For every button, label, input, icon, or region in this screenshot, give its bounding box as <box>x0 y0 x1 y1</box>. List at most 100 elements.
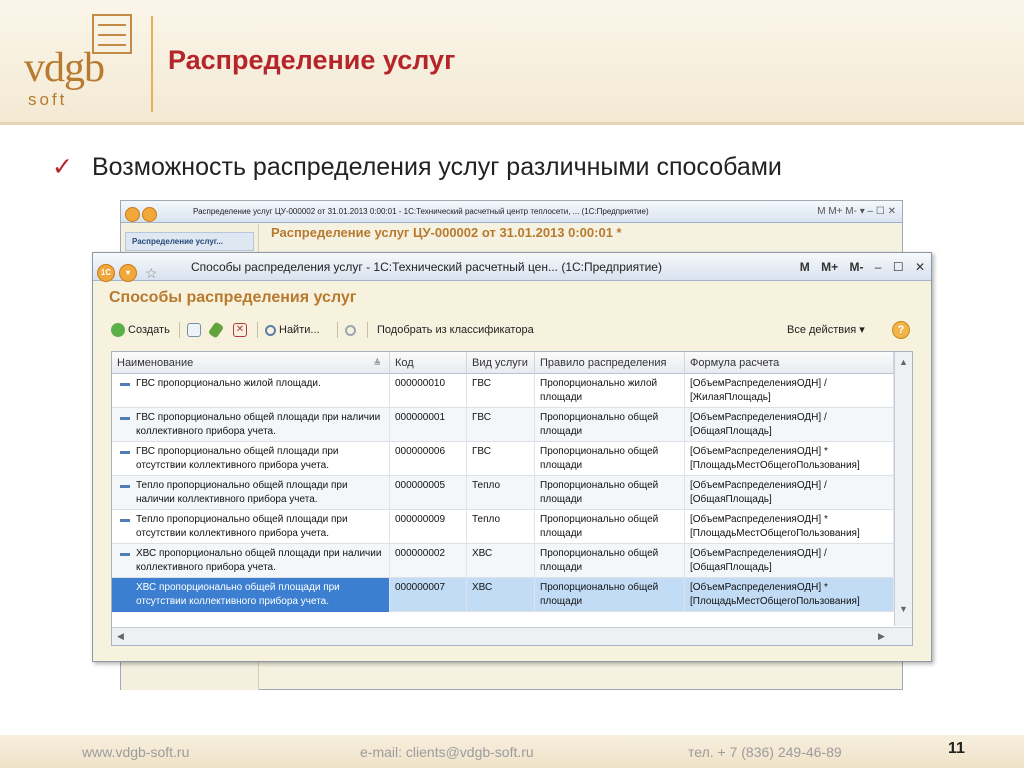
cell-rule[interactable]: Пропорционально жилой площади <box>535 374 685 408</box>
window-titlebar[interactable]: 1С ▾ ☆ Способы распределения услуг - 1С:Те… <box>93 253 931 282</box>
cell-code[interactable]: 000000005 <box>390 476 467 510</box>
cell-code[interactable]: 000000009 <box>390 510 467 544</box>
back-window-titlebar[interactable]: Распределение услуг ЦУ-000002 от 31.01.2… <box>121 201 902 223</box>
logo-subtext: soft <box>28 90 68 109</box>
header-rule <box>0 122 1024 125</box>
table-row[interactable]: ГВС пропорционально общей площади при от… <box>112 442 894 476</box>
cell-formula[interactable]: [ОбъемРаспределенияОДН] * [ПлощадьМестОб… <box>685 442 894 476</box>
cell-code[interactable]: 000000010 <box>390 374 467 408</box>
menu-icon[interactable]: ▾ <box>119 263 137 282</box>
cell-name[interactable]: Тепло пропорционально общей площади при … <box>112 510 390 544</box>
cell-code[interactable]: 000000006 <box>390 442 467 476</box>
slide-footer: www.vdgb-soft.ru e-mail: clients@vdgb-so… <box>0 735 1024 768</box>
cell-formula[interactable]: [ОбъемРаспределенияОДН] * [ПлощадьМестОб… <box>685 578 894 612</box>
column-header-rule[interactable]: Правило распределения <box>535 352 685 374</box>
column-header-code[interactable]: Код <box>390 352 467 374</box>
vertical-scrollbar[interactable]: ▲ ▼ <box>894 352 912 626</box>
header-divider <box>151 16 153 112</box>
edit-button[interactable] <box>207 320 225 340</box>
cell-name[interactable]: ХВС пропорционально общей площади при на… <box>112 544 390 578</box>
delete-icon: ✕ <box>233 323 247 338</box>
pick-from-classifier-button[interactable]: Подобрать из классификатора <box>377 320 534 340</box>
cell-kind[interactable]: ГВС <box>467 408 535 442</box>
toolbar: Создать ✕ Найти... Подобрать из классифи… <box>111 320 913 340</box>
table-row[interactable]: ХВС пропорционально общей площади при от… <box>112 578 894 612</box>
cancel-search-button[interactable] <box>345 320 359 340</box>
menu-icon[interactable] <box>142 207 157 223</box>
footer-phone: тел. + 7 (836) 249-46-89 <box>688 744 842 760</box>
horizontal-scrollbar[interactable]: ◀ ▶ <box>112 627 912 645</box>
delete-button[interactable]: ✕ <box>233 320 250 340</box>
cell-formula[interactable]: [ОбъемРаспределенияОДН] / [ОбщаяПлощадь] <box>685 544 894 578</box>
cell-name[interactable]: ГВС пропорционально общей площади при от… <box>112 442 390 476</box>
table-row[interactable]: Тепло пропорционально общей площади при … <box>112 476 894 510</box>
slide-header: vdgb soft Распределение услуг <box>0 0 1024 125</box>
scroll-right-icon[interactable]: ▶ <box>878 631 885 642</box>
scroll-up-icon[interactable]: ▲ <box>899 357 908 367</box>
services-table[interactable]: Наименование ≜ Код Вид услуги Правило рас… <box>111 351 913 646</box>
cell-name[interactable]: ГВС пропорционально общей площади при на… <box>112 408 390 442</box>
memory-plus-button[interactable]: M+ <box>821 260 838 274</box>
footer-email: e-mail: clients@vdgb-soft.ru <box>360 744 534 760</box>
cell-rule[interactable]: Пропорционально общей площади <box>535 408 685 442</box>
cell-kind[interactable]: ХВС <box>467 578 535 612</box>
cell-kind[interactable]: ГВС <box>467 374 535 408</box>
sidebar-item-distribution[interactable]: Распределение услуг... <box>125 232 254 251</box>
back-window-controls[interactable]: M M+ M- ▾ – ☐ ✕ <box>817 201 896 223</box>
cell-name[interactable]: Тепло пропорционально общей площади при … <box>112 476 390 510</box>
slide-title: Распределение услуг <box>168 45 456 75</box>
maximize-button[interactable]: ☐ <box>893 260 904 274</box>
memory-minus-button[interactable]: M- <box>849 260 863 274</box>
cell-code[interactable]: 000000001 <box>390 408 467 442</box>
cell-code[interactable]: 000000002 <box>390 544 467 578</box>
cell-rule[interactable]: Пропорционально общей площади <box>535 578 685 612</box>
cell-formula[interactable]: [ОбъемРаспределенияОДН] / [ОбщаяПлощадь] <box>685 408 894 442</box>
cell-code[interactable]: 000000007 <box>390 578 467 612</box>
cell-formula[interactable]: [ОбъемРаспределенияОДН] * [ПлощадьМестОб… <box>685 510 894 544</box>
add-icon <box>111 323 125 338</box>
table-row[interactable]: ГВС пропорционально общей площади при на… <box>112 408 894 442</box>
cell-kind[interactable]: Тепло <box>467 510 535 544</box>
favorite-star-icon[interactable]: ☆ <box>145 265 158 281</box>
cell-rule[interactable]: Пропорционально общей площади <box>535 510 685 544</box>
window-controls: M M+ M- – ☐ ✕ <box>792 253 925 281</box>
scroll-left-icon[interactable]: ◀ <box>117 631 124 642</box>
page-number: 11 <box>948 740 965 757</box>
close-button[interactable]: ✕ <box>915 260 925 274</box>
cell-rule[interactable]: Пропорционально общей площади <box>535 544 685 578</box>
minimize-button[interactable]: – <box>875 260 882 274</box>
vdgb-logo: vdgb soft <box>22 14 142 109</box>
cell-name[interactable]: ГВС пропорционально жилой площади. <box>112 374 390 408</box>
footer-site: www.vdgb-soft.ru <box>82 744 190 760</box>
cancel-search-icon <box>345 324 356 336</box>
memory-button[interactable]: M <box>800 260 810 274</box>
cell-rule[interactable]: Пропорционально общей площади <box>535 442 685 476</box>
find-button[interactable]: Найти... <box>265 320 320 340</box>
table-row[interactable]: ХВС пропорционально общей площади при на… <box>112 544 894 578</box>
methods-window[interactable]: 1С ▾ ☆ Способы распределения услуг - 1С:Те… <box>92 252 932 662</box>
column-header-name[interactable]: Наименование ≜ <box>112 352 390 374</box>
column-header-kind[interactable]: Вид услуги <box>467 352 535 374</box>
table-row[interactable]: ГВС пропорционально жилой площади. 000000… <box>112 374 894 408</box>
cell-name[interactable]: ХВС пропорционально общей площади при от… <box>112 578 390 612</box>
sort-icon: ≜ <box>373 358 381 368</box>
window-title: Способы распределения услуг - 1С:Техниче… <box>191 260 662 274</box>
create-button[interactable]: Создать <box>111 320 170 340</box>
cell-kind[interactable]: ГВС <box>467 442 535 476</box>
scroll-down-icon[interactable]: ▼ <box>899 604 908 614</box>
logo-text: vdgb <box>24 45 105 91</box>
table-row[interactable]: Тепло пропорционально общей площади при … <box>112 510 894 544</box>
help-icon[interactable]: ? <box>892 321 910 339</box>
app-logo-icon <box>125 207 140 223</box>
copy-button[interactable] <box>187 320 204 340</box>
cell-kind[interactable]: Тепло <box>467 476 535 510</box>
back-window-title: Распределение услуг ЦУ-000002 от 31.01.2… <box>193 207 649 216</box>
cell-formula[interactable]: [ОбъемРаспределенияОДН] / [ЖилаяПлощадь] <box>685 374 894 408</box>
checkmark-icon: ✓ <box>52 153 73 181</box>
pencil-icon <box>207 321 225 339</box>
all-actions-button[interactable]: Все действия ▾ <box>787 320 865 340</box>
cell-kind[interactable]: ХВС <box>467 544 535 578</box>
cell-rule[interactable]: Пропорционально общей площади <box>535 476 685 510</box>
cell-formula[interactable]: [ОбъемРаспределенияОДН] / [ОбщаяПлощадь] <box>685 476 894 510</box>
column-header-formula[interactable]: Формула расчета <box>685 352 894 374</box>
